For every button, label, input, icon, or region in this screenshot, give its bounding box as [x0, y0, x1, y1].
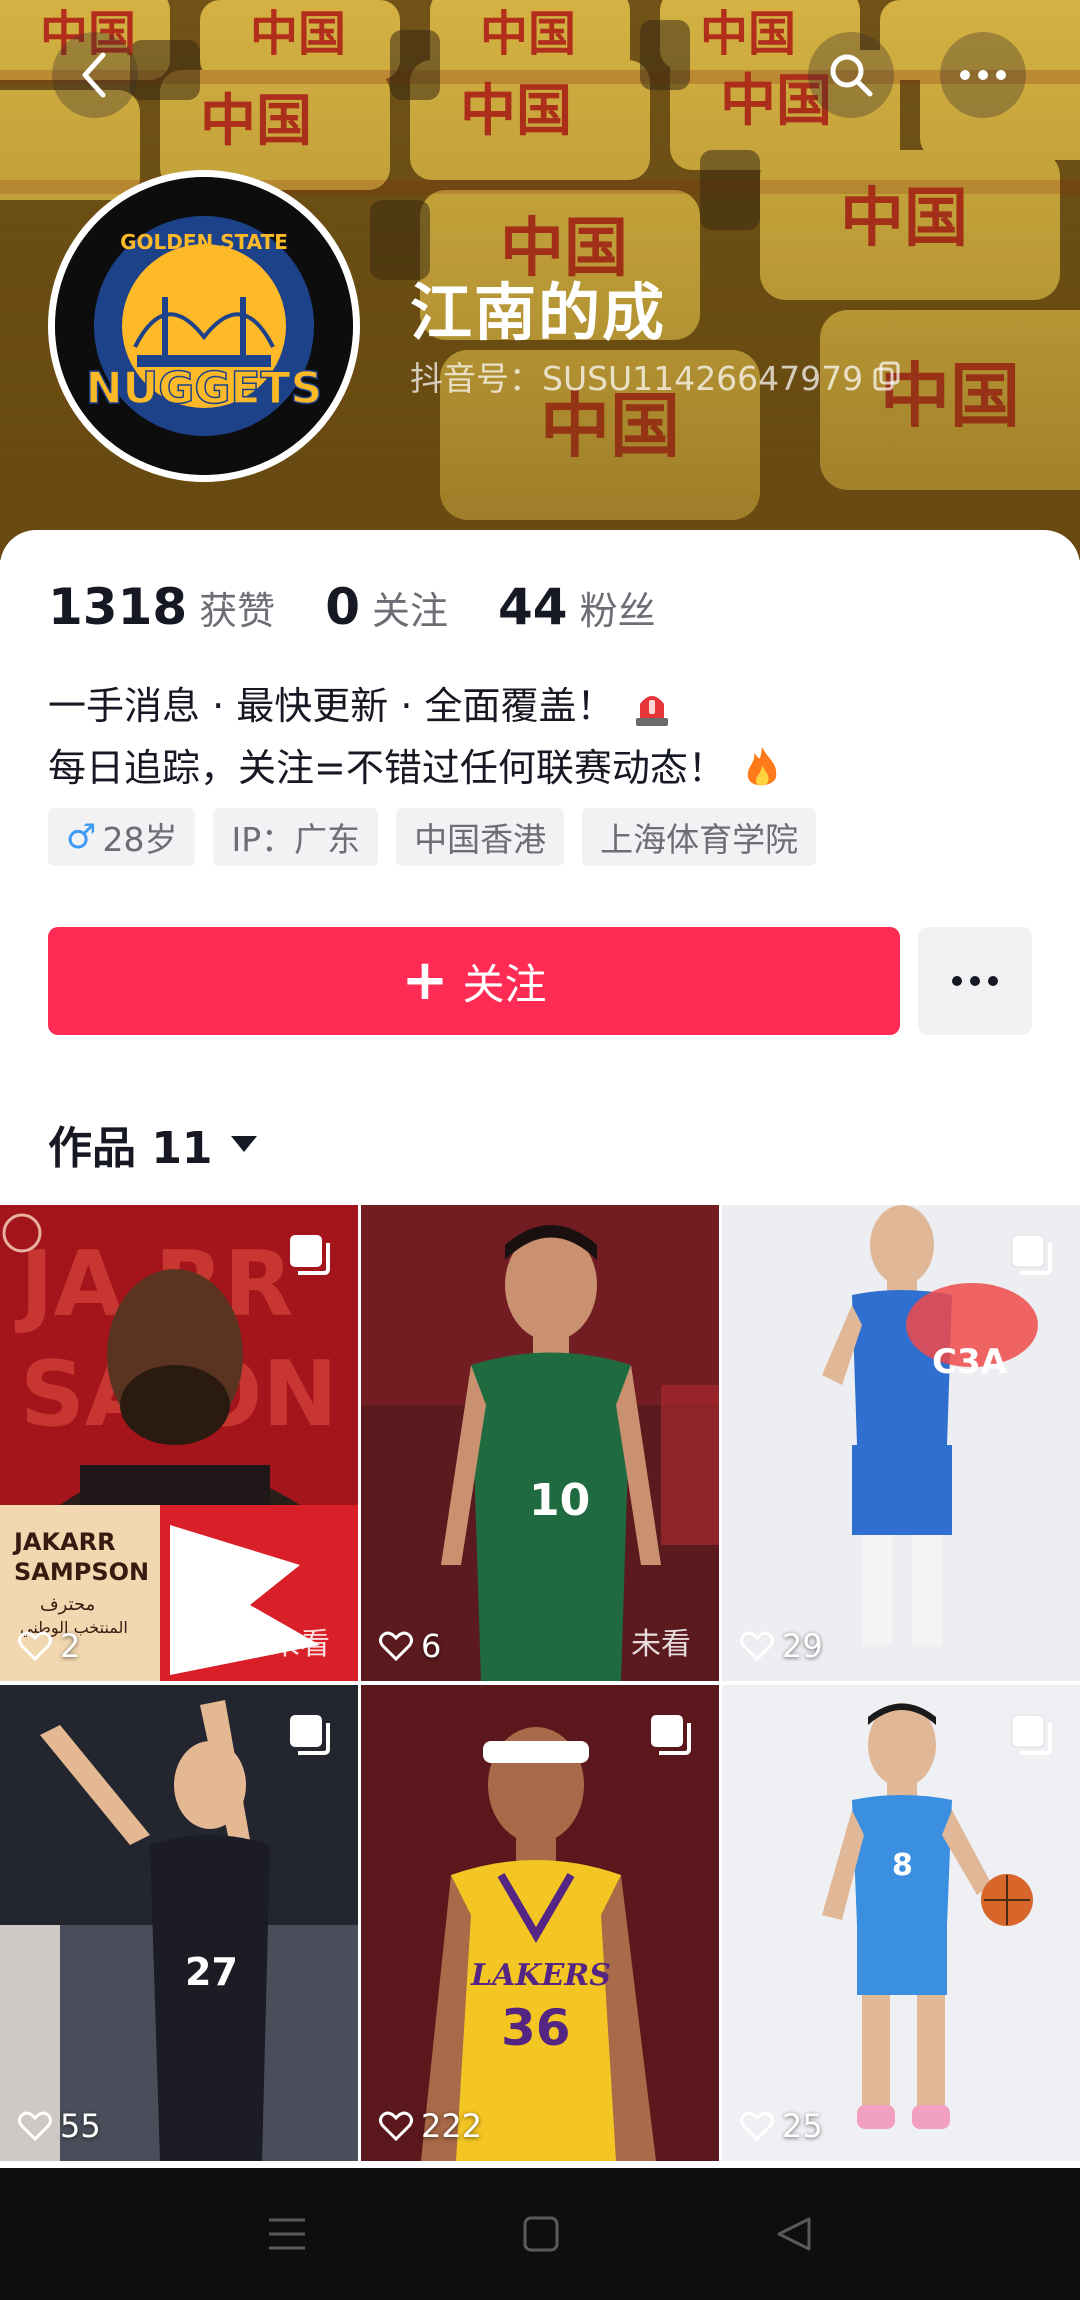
multi-image-icon [290, 1715, 330, 1755]
avatar[interactable]: GOLDEN STATE NUGGETS [48, 170, 360, 482]
home-icon[interactable] [522, 2215, 560, 2253]
profile-card: 1318 获赞 0 关注 44 粉丝 一手消息 · 最快更新 · 全面覆盖！ 每… [0, 530, 1080, 2170]
video-thumbnail[interactable]: JA RR SA ON JAKARR SAMPSON محترف المنتخب… [0, 1205, 358, 1681]
unseen-label: 未看 [270, 1627, 330, 1662]
video-likes: 29 [740, 1627, 823, 1665]
profile-stats: 1318 获赞 0 关注 44 粉丝 [48, 578, 706, 636]
heart-icon [18, 1631, 52, 1661]
stat-followers[interactable]: 44 粉丝 [498, 578, 656, 636]
search-icon [830, 54, 873, 97]
tag-age: ♂ 28岁 [48, 808, 196, 866]
system-nav-bar [0, 2168, 1080, 2300]
video-grid: JA RR SA ON JAKARR SAMPSON محترف المنتخب… [0, 1205, 1080, 2161]
bio-text: 一手消息 · 最快更新 · 全面覆盖！ [48, 684, 615, 728]
likes-count: 29 [782, 1627, 823, 1665]
multi-image-icon [1011, 1234, 1052, 1275]
svg-text:محترف: محترف [40, 1594, 95, 1615]
back-button[interactable] [52, 32, 138, 118]
siren-icon [636, 696, 669, 726]
chevron-left-icon [82, 52, 106, 98]
likes-count: 2 [60, 1627, 81, 1665]
heart-icon [379, 2111, 413, 2141]
stat-value: 0 [325, 578, 360, 636]
likes-count: 6 [421, 1627, 442, 1665]
copy-icon[interactable] [873, 361, 901, 391]
dot-icon [952, 976, 962, 986]
male-icon: ♂ [66, 817, 97, 857]
tag-text: 中国香港 [414, 820, 547, 859]
tag-school[interactable]: 上海体育学院 [582, 808, 817, 866]
plus-icon: + [401, 948, 449, 1013]
stat-label: 获赞 [199, 589, 276, 633]
svg-text:27: 27 [185, 1950, 238, 1994]
heart-icon [18, 2111, 52, 2141]
profile-bio: 一手消息 · 最快更新 · 全面覆盖！ 每日追踪，关注=不错过任何联赛动态！ [48, 675, 782, 799]
video-likes: 25 [740, 2107, 823, 2145]
bio-line: 一手消息 · 最快更新 · 全面覆盖！ [48, 675, 782, 737]
svg-text:LAKERS: LAKERS [470, 1958, 611, 1993]
video-likes: 2 [18, 1627, 80, 1665]
heart-icon [740, 2111, 774, 2141]
bio-line: 每日追踪，关注=不错过任何联赛动态！ [48, 737, 782, 799]
video-thumbnail[interactable]: LAKERS 36 222 [361, 1685, 719, 2161]
svg-text:8: 8 [892, 1848, 913, 1883]
follow-label: 关注 [462, 959, 547, 1009]
bio-text: 每日追踪，关注=不错过任何联赛动态！ [48, 746, 726, 790]
profile-tags: ♂ 28岁 IP：广东 中国香港 上海体育学院 [48, 808, 817, 866]
fire-icon [747, 747, 777, 786]
search-button[interactable] [808, 32, 894, 118]
multi-image-icon [651, 1715, 691, 1755]
avatar-logo: GOLDEN STATE NUGGETS [55, 177, 353, 475]
video-thumbnail[interactable]: 10 6 未看 [361, 1205, 719, 1681]
likes-count: 222 [421, 2107, 483, 2145]
likes-count: 25 [782, 2107, 823, 2145]
svg-text:GOLDEN STATE: GOLDEN STATE [120, 230, 288, 254]
svg-text:C3A: C3A [932, 1342, 1008, 1382]
video-thumbnail[interactable]: 27 55 [0, 1685, 358, 2161]
back-triangle-icon[interactable] [775, 2215, 813, 2253]
stat-value: 1318 [48, 578, 188, 636]
svg-text:SAMPSON: SAMPSON [14, 1558, 149, 1586]
stat-likes[interactable]: 1318 获赞 [48, 578, 275, 636]
tag-text: 28岁 [102, 820, 178, 859]
dot-icon [970, 976, 980, 986]
dot-icon [988, 976, 998, 986]
video-thumbnail[interactable]: 8 25 [722, 1685, 1080, 2161]
svg-text:NUGGETS: NUGGETS [86, 363, 323, 414]
svg-text:36: 36 [501, 1999, 571, 2057]
caret-down-icon [230, 1136, 257, 1152]
heart-icon [740, 1631, 774, 1661]
tag-text: IP：广东 [231, 820, 361, 859]
more-options-button[interactable] [940, 32, 1026, 118]
works-tab[interactable]: 作品 11 [48, 1112, 257, 1176]
profile-nickname: 江南的成 [410, 276, 667, 349]
douyin-id-text: 抖音号：SUSU11426647979 [410, 359, 864, 398]
stat-label: 粉丝 [579, 589, 656, 633]
follow-button[interactable]: + 关注 [48, 927, 900, 1035]
video-likes: 6 [379, 1627, 441, 1665]
svg-text:10: 10 [529, 1475, 590, 1526]
tag-location[interactable]: 中国香港 [396, 808, 565, 866]
unseen-label: 未看 [631, 1627, 691, 1662]
heart-icon [379, 1631, 413, 1661]
more-horizontal-icon [960, 70, 1006, 80]
video-thumbnail[interactable]: C3A 29 [722, 1205, 1080, 1681]
svg-text:JAKARR: JAKARR [12, 1528, 116, 1556]
thumbnail-image: 10 [361, 1205, 719, 1681]
video-likes: 222 [379, 2107, 482, 2145]
profile-more-button[interactable] [918, 927, 1032, 1035]
profile-cover: 中国 中国 中国 中国 中国 中国 中国 中国 中国 中国 中国 [0, 0, 1080, 560]
likes-count: 55 [60, 2107, 101, 2145]
multi-image-icon [1011, 1714, 1052, 1755]
stat-following[interactable]: 0 关注 [325, 578, 448, 636]
menu-icon[interactable] [267, 2216, 307, 2252]
tag-text: 上海体育学院 [600, 820, 799, 859]
stat-value: 44 [498, 578, 568, 636]
stat-label: 关注 [371, 589, 448, 633]
douyin-id[interactable]: 抖音号：SUSU11426647979 [410, 352, 901, 400]
tag-ip: IP：广东 [213, 808, 379, 866]
video-likes: 55 [18, 2107, 101, 2145]
multi-image-icon [290, 1235, 330, 1275]
works-tab-label: 作品 11 [48, 1123, 213, 1174]
